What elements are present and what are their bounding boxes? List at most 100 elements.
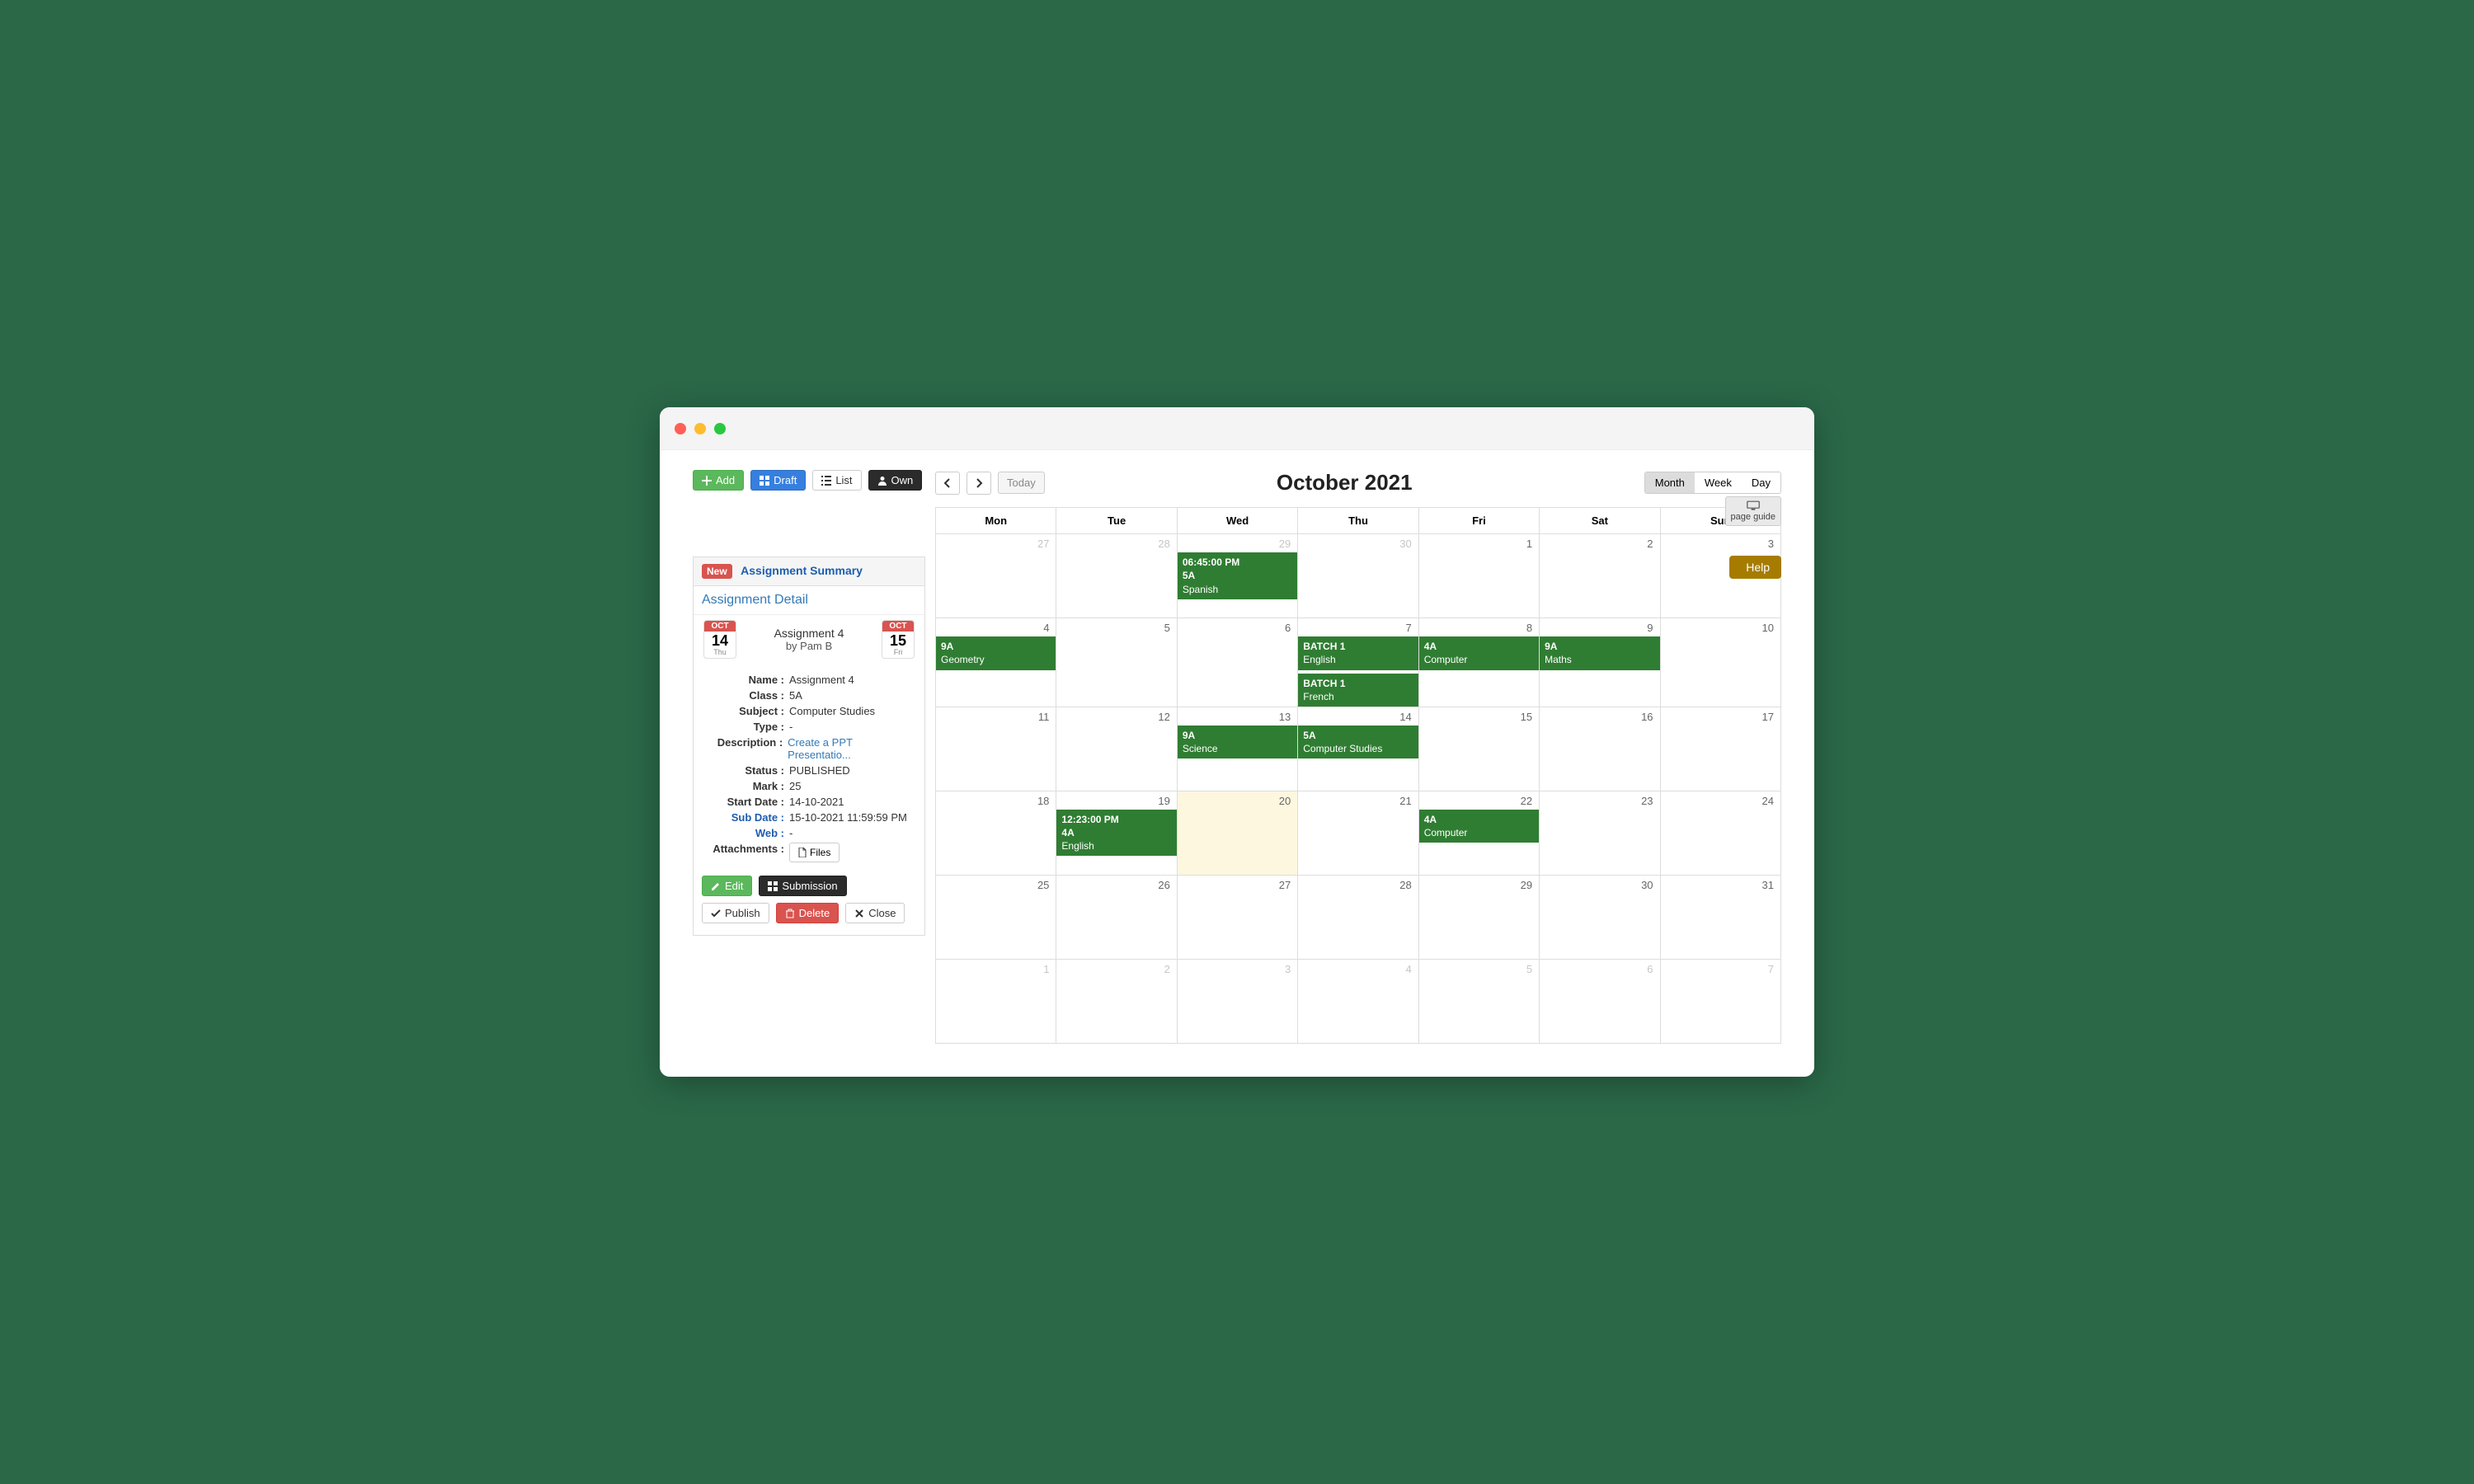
calendar-day[interactable]: 26 bbox=[1056, 876, 1176, 959]
event-batch: 9A bbox=[941, 640, 1051, 653]
calendar-day[interactable]: 4 9AGeometry bbox=[936, 618, 1056, 707]
prev-button[interactable] bbox=[935, 472, 960, 495]
calendar-day[interactable]: 11 bbox=[936, 707, 1056, 791]
calendar-day[interactable]: 7BATCH 1EnglishBATCH 1French bbox=[1297, 618, 1418, 707]
calendar-day[interactable]: 29 bbox=[1418, 876, 1539, 959]
calendar-day[interactable]: 10 bbox=[1660, 618, 1780, 707]
person-icon bbox=[877, 476, 887, 486]
day-number: 5 bbox=[1526, 963, 1532, 975]
calendar-day[interactable]: 18 bbox=[936, 791, 1056, 875]
calendar-day[interactable]: 1 bbox=[1418, 534, 1539, 618]
month-view-button[interactable]: Month bbox=[1645, 472, 1695, 493]
calendar-day[interactable]: 4 bbox=[1297, 960, 1418, 1043]
calendar-day[interactable]: 1 bbox=[936, 960, 1056, 1043]
day-number: 1 bbox=[1043, 963, 1049, 975]
close-label: Close bbox=[868, 908, 896, 918]
calendar-event[interactable]: 9AGeometry bbox=[936, 636, 1056, 669]
calendar-day[interactable]: 7 bbox=[1660, 960, 1780, 1043]
calendar-day[interactable]: 31 bbox=[1660, 876, 1780, 959]
calendar-day[interactable]: 5 bbox=[1418, 960, 1539, 1043]
today-button[interactable]: Today bbox=[998, 472, 1045, 494]
calendar-event[interactable]: 9AScience bbox=[1178, 726, 1297, 758]
calendar-day[interactable]: 2906:45:00 PM5ASpanish bbox=[1177, 534, 1297, 618]
calendar-event[interactable]: BATCH 1English bbox=[1298, 636, 1418, 669]
minimize-window-icon[interactable] bbox=[694, 423, 706, 434]
submission-button[interactable]: Submission bbox=[759, 876, 846, 896]
calendar-day[interactable]: 15 bbox=[1418, 707, 1539, 791]
files-button[interactable]: Files bbox=[789, 843, 840, 862]
calendar-week: 18 1912:23:00 PM4AEnglish2021224AComputer… bbox=[936, 791, 1780, 875]
calendar-day[interactable]: 30 bbox=[1539, 876, 1659, 959]
calendar-day[interactable]: 24 bbox=[1660, 791, 1780, 875]
calendar-day[interactable]: 28 bbox=[1056, 534, 1176, 618]
delete-button[interactable]: Delete bbox=[776, 903, 840, 923]
delete-label: Delete bbox=[799, 908, 830, 918]
subject-label: Subject : bbox=[702, 705, 784, 717]
calendar-day[interactable]: 224AComputer bbox=[1418, 791, 1539, 875]
calendar-day[interactable]: 6 bbox=[1177, 618, 1297, 707]
mark-value: 25 bbox=[784, 780, 801, 792]
calendar-day[interactable]: 30 bbox=[1297, 534, 1418, 618]
calendar-day[interactable]: 14 5AComputer Studies bbox=[1297, 707, 1418, 791]
calendar-day[interactable]: 2 bbox=[1539, 534, 1659, 618]
calendar-day[interactable]: 20 bbox=[1177, 791, 1297, 875]
day-view-button[interactable]: Day bbox=[1742, 472, 1780, 493]
close-button[interactable]: Close bbox=[845, 903, 905, 923]
calendar-event[interactable]: 9AMaths bbox=[1540, 636, 1659, 669]
new-badge: New bbox=[702, 564, 732, 579]
weekday-header: Thu bbox=[1297, 508, 1418, 533]
desc-link[interactable]: Create a PPT Presentatio... bbox=[788, 736, 853, 761]
calendar-event[interactable]: BATCH 1French bbox=[1298, 674, 1418, 707]
draft-button[interactable]: Draft bbox=[750, 470, 806, 491]
calendar-event[interactable]: 4AComputer bbox=[1419, 810, 1539, 843]
day-number: 14 bbox=[1399, 711, 1411, 723]
event-subject: Computer Studies bbox=[1303, 742, 1413, 755]
close-window-icon[interactable] bbox=[675, 423, 686, 434]
calendar-day[interactable]: 139AScience bbox=[1177, 707, 1297, 791]
calendar-day[interactable]: 17 bbox=[1660, 707, 1780, 791]
page-guide-button[interactable]: page guide bbox=[1725, 496, 1781, 526]
day-number: 18 bbox=[1037, 795, 1049, 807]
calendar-day[interactable]: 84AComputer bbox=[1418, 618, 1539, 707]
day-number: 23 bbox=[1641, 795, 1653, 807]
edit-label: Edit bbox=[725, 881, 743, 891]
maximize-window-icon[interactable] bbox=[714, 423, 726, 434]
publish-button[interactable]: Publish bbox=[702, 903, 769, 923]
next-button[interactable] bbox=[967, 472, 991, 495]
class-value: 5A bbox=[784, 689, 802, 702]
calendar-day[interactable]: 21 bbox=[1297, 791, 1418, 875]
week-view-button[interactable]: Week bbox=[1695, 472, 1742, 493]
calendar-day[interactable]: 5 bbox=[1056, 618, 1176, 707]
grid-icon bbox=[760, 476, 769, 486]
calendar-day[interactable]: 2 bbox=[1056, 960, 1176, 1043]
event-subject: Science bbox=[1183, 742, 1292, 755]
title-bar bbox=[660, 407, 1814, 450]
edit-button[interactable]: Edit bbox=[702, 876, 752, 896]
calendar-event[interactable]: 12:23:00 PM4AEnglish bbox=[1056, 810, 1176, 857]
chevron-right-icon bbox=[975, 478, 983, 488]
calendar-day[interactable]: 25 bbox=[936, 876, 1056, 959]
subject-value: Computer Studies bbox=[784, 705, 875, 717]
list-button[interactable]: List bbox=[812, 470, 861, 491]
detail-header: Assignment Detail bbox=[694, 586, 924, 615]
calendar-day[interactable]: 6 bbox=[1539, 960, 1659, 1043]
calendar-event[interactable]: 4AComputer bbox=[1419, 636, 1539, 669]
event-subject: Computer bbox=[1424, 826, 1534, 839]
calendar-day[interactable]: 23 bbox=[1539, 791, 1659, 875]
calendar-day[interactable]: 1912:23:00 PM4AEnglish bbox=[1056, 791, 1176, 875]
calendar-day[interactable]: 12 bbox=[1056, 707, 1176, 791]
day-number: 1 bbox=[1526, 538, 1532, 550]
calendar-day[interactable]: 99AMaths bbox=[1539, 618, 1659, 707]
add-button[interactable]: Add bbox=[693, 470, 744, 491]
calendar-day[interactable]: 16 bbox=[1539, 707, 1659, 791]
day-number: 2 bbox=[1647, 538, 1653, 550]
calendar-event[interactable]: 06:45:00 PM5ASpanish bbox=[1178, 552, 1297, 599]
calendar-event[interactable]: 5AComputer Studies bbox=[1298, 726, 1418, 758]
day-number: 4 bbox=[1043, 622, 1049, 634]
own-button[interactable]: Own bbox=[868, 470, 923, 491]
calendar-day[interactable]: 27 bbox=[936, 534, 1056, 618]
calendar-day[interactable]: 28 bbox=[1297, 876, 1418, 959]
calendar-day[interactable]: 3 bbox=[1660, 534, 1780, 618]
calendar-day[interactable]: 27 bbox=[1177, 876, 1297, 959]
calendar-day[interactable]: 3 bbox=[1177, 960, 1297, 1043]
